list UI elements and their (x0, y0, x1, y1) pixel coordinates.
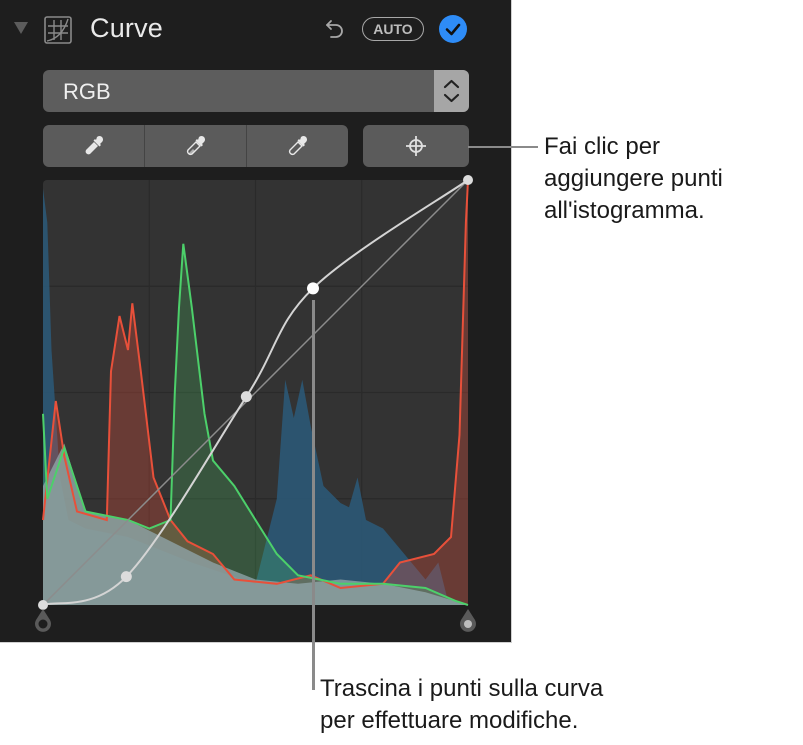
eyedropper-outline-icon (288, 135, 307, 156)
undo-icon[interactable] (323, 16, 347, 40)
callout-leader-drag-points (312, 300, 315, 690)
callout-line: per effettuare modifiche. (320, 707, 579, 734)
curve-control-point[interactable] (120, 571, 132, 583)
checkmark-icon (445, 23, 461, 36)
gray-point-eyedropper-button[interactable] (145, 125, 247, 167)
curve-icon (44, 16, 72, 44)
eyedropper-group (43, 125, 348, 167)
callout-line: all'istogramma. (544, 197, 705, 224)
handle-center (38, 619, 48, 629)
auto-button[interactable]: AUTO (362, 17, 424, 41)
handle-center (464, 620, 472, 628)
curve-control-point[interactable] (240, 391, 252, 403)
callout-line: Fai clic per (544, 133, 661, 160)
curves-header: Curve AUTO (0, 0, 512, 60)
channel-select[interactable]: RGB (43, 70, 469, 112)
curve-control-point[interactable] (38, 600, 48, 610)
level-handles (35, 609, 476, 632)
white-point-eyedropper-button[interactable] (247, 125, 348, 167)
callout-drag-points: Trascina i punti sulla curva per effettu… (320, 673, 603, 737)
enable-toggle[interactable] (439, 15, 467, 43)
eyedropper-filled-icon (85, 135, 103, 155)
crosshair-icon (406, 136, 426, 156)
channel-select-stepper[interactable] (434, 70, 469, 112)
callout-line: Trascina i punti sulla curva (320, 675, 604, 702)
black-point-eyedropper-button[interactable] (43, 125, 145, 167)
curve-control-point[interactable] (307, 282, 319, 295)
curve-control-point[interactable] (463, 175, 473, 185)
add-point-button[interactable] (363, 125, 469, 167)
callout-leader-add-points (468, 146, 538, 148)
disclosure-triangle-down-icon[interactable] (14, 22, 28, 34)
callout-add-points: Fai clic per aggiungere punti all'istogr… (544, 131, 723, 227)
callout-line: aggiungere punti (544, 165, 723, 192)
eyedropper-half-icon (186, 135, 205, 156)
white-point-handle[interactable] (460, 609, 476, 632)
black-point-handle[interactable] (35, 609, 51, 632)
channel-select-value: RGB (63, 79, 111, 104)
chevron-up-down-icon (443, 79, 460, 103)
curves-panel: Curve AUTO RGB (0, 0, 512, 643)
curve-histogram[interactable] (30, 170, 490, 640)
panel-title: Curve (90, 13, 164, 43)
